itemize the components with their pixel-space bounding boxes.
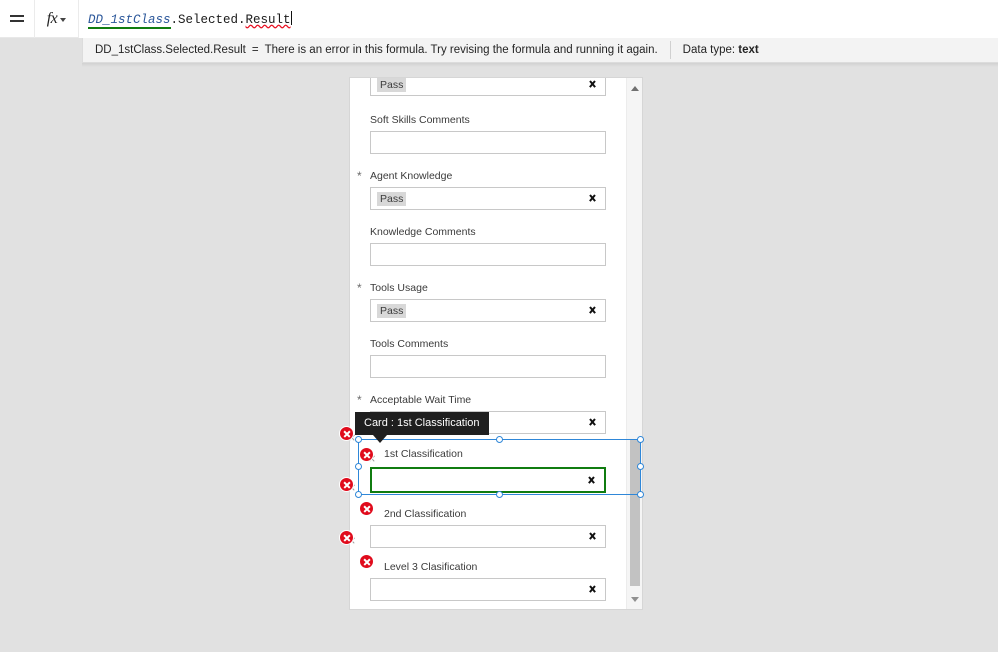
required-asterisk: * xyxy=(357,169,362,183)
scroll-up-button[interactable] xyxy=(627,80,642,96)
error-badge-card-1st[interactable] xyxy=(339,477,354,492)
formula-text: DD_1stClass .Selected. Result xyxy=(88,9,292,29)
form-field: * Tools Usage Pass xyxy=(357,281,606,322)
error-badge-1st-classification[interactable] xyxy=(359,447,374,462)
form-fields-container: Pass Soft Skills Comments * Agent Knowle… xyxy=(350,78,625,609)
resize-handle-middle-right[interactable] xyxy=(637,463,644,470)
chevron-down-icon xyxy=(587,417,598,428)
chevron-down-icon xyxy=(587,193,598,204)
field-label: Agent Knowledge xyxy=(370,170,453,182)
formula-token-control: DD_1stClass xyxy=(88,12,171,29)
field-label: 2nd Classification xyxy=(384,508,467,520)
chevron-down-icon xyxy=(60,17,67,22)
formula-token-property: .Selected. xyxy=(170,12,246,27)
form-field: Soft Skills Comments xyxy=(370,113,606,154)
dropdown-tools-usage[interactable]: Pass xyxy=(370,299,606,322)
form-field: 2nd Classification xyxy=(370,507,606,548)
required-asterisk: * xyxy=(357,281,362,295)
text-caret xyxy=(290,10,292,25)
error-badge-2nd-classification[interactable] xyxy=(359,501,374,516)
chevron-down-icon xyxy=(587,584,598,595)
formula-error-strip: DD_1stClass.Selected.Result = There is an … xyxy=(82,38,998,63)
field-label: Tools Comments xyxy=(370,338,449,350)
error-badge-card-2nd[interactable] xyxy=(339,530,354,545)
formula-token-error: Result xyxy=(245,12,291,27)
dropdown-soft-skills[interactable]: Pass xyxy=(370,78,606,96)
form-field: * Agent Knowledge Pass xyxy=(357,169,606,210)
resize-handle-top-right[interactable] xyxy=(637,436,644,443)
input-knowledge-comments[interactable] xyxy=(370,243,606,266)
field-label: Soft Skills Comments xyxy=(370,114,470,126)
field-label: Acceptable Wait Time xyxy=(370,394,472,406)
dropdown-agent-knowledge[interactable]: Pass xyxy=(370,187,606,210)
resize-handle-bottom-center[interactable] xyxy=(495,491,503,498)
dropdown-value: Pass xyxy=(377,303,407,318)
formula-input[interactable]: DD_1stClass .Selected. Result xyxy=(79,0,998,38)
dropdown-2nd-classification[interactable] xyxy=(370,525,606,548)
form-field: Tools Comments xyxy=(370,337,606,378)
error-text: There is an error in this formula. Try r… xyxy=(264,44,658,56)
dropdown-value: Pass xyxy=(377,191,407,206)
tooltip-tail xyxy=(373,435,387,443)
formula-bar: fx DD_1stClass .Selected. Result xyxy=(0,0,998,38)
equals-sign: = xyxy=(251,44,259,56)
input-soft-skills-comments[interactable] xyxy=(370,131,606,154)
data-type-label: Data type: xyxy=(682,44,736,56)
error-badge-level-3-clasification[interactable] xyxy=(359,554,374,569)
dropdown-value: Pass xyxy=(377,78,407,92)
data-type-value: text xyxy=(738,44,759,56)
field-label: Tools Usage xyxy=(370,282,428,294)
resize-handle-bottom-right[interactable] xyxy=(637,491,644,498)
chevron-down-icon xyxy=(587,305,598,316)
triangle-down-icon xyxy=(631,596,639,602)
form-scrollbar[interactable] xyxy=(626,78,642,609)
fx-label: fx xyxy=(46,9,58,27)
hamburger-bars xyxy=(10,12,24,24)
formula-echo: DD_1stClass.Selected.Result xyxy=(95,44,246,56)
tooltip-text: Card : 1st Classification xyxy=(364,417,480,429)
triangle-up-icon xyxy=(631,85,639,91)
selection-frame[interactable] xyxy=(355,436,644,498)
error-badge-acceptable-wait-time[interactable] xyxy=(339,426,354,441)
field-label: Knowledge Comments xyxy=(370,226,476,238)
input-tools-comments[interactable] xyxy=(370,355,606,378)
chevron-down-icon xyxy=(587,531,598,542)
form-screen: Pass Soft Skills Comments * Agent Knowle… xyxy=(350,78,642,609)
formula-error-message: DD_1stClass.Selected.Result = There is an … xyxy=(83,44,670,56)
dropdown-level-3-clasification[interactable] xyxy=(370,578,606,601)
data-type-info: Data type: text xyxy=(671,44,771,56)
required-asterisk: * xyxy=(357,393,362,407)
hamburger-icon[interactable] xyxy=(0,0,34,38)
field-label: Level 3 Clasification xyxy=(384,561,478,573)
scroll-down-button[interactable] xyxy=(627,591,642,607)
chevron-down-icon xyxy=(587,79,598,90)
resize-handle-middle-left[interactable] xyxy=(355,463,362,470)
form-field: Knowledge Comments xyxy=(370,225,606,266)
card-tooltip: Card : 1st Classification xyxy=(355,412,489,443)
resize-handle-top-center[interactable] xyxy=(495,436,503,443)
form-field: Level 3 Clasification xyxy=(370,560,606,601)
app-canvas: Pass Soft Skills Comments * Agent Knowle… xyxy=(0,67,998,652)
form-field: Pass xyxy=(370,78,606,96)
fx-dropdown-button[interactable]: fx xyxy=(35,0,79,38)
